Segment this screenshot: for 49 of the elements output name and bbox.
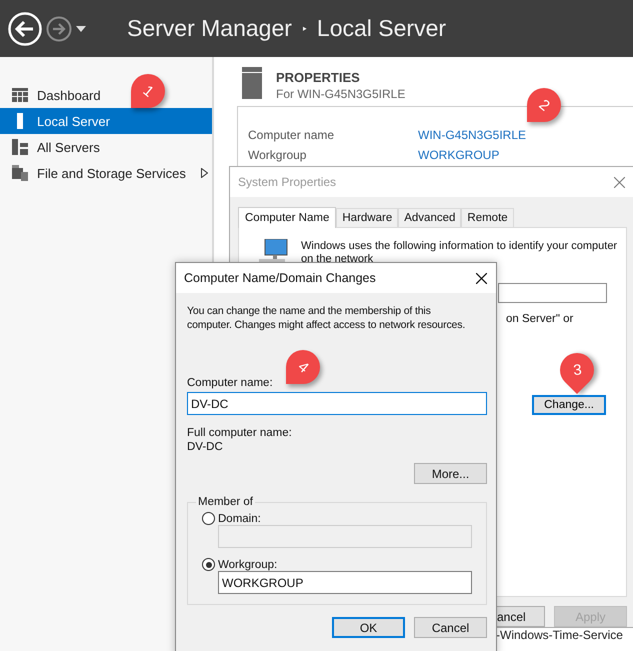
intro-text: You can change the name and the membership of this computer. Changes might affect access to network resources. <box>187 304 466 332</box>
server-icon <box>17 113 23 129</box>
cancel-button[interactable]: ancel <box>496 606 545 627</box>
more-button[interactable]: More... <box>414 463 487 484</box>
description-text: on Server" or <box>506 313 574 325</box>
property-link[interactable]: WIN-G45N3G5IRLE <box>418 125 526 145</box>
caret-icon[interactable] <box>76 26 86 32</box>
sidebar-item[interactable]: All Servers <box>0 134 100 160</box>
sidebar-item[interactable]: File and Storage Services <box>0 160 208 186</box>
dashboard-icon <box>12 88 28 102</box>
close-icon[interactable] <box>476 272 487 284</box>
radio-label[interactable]: Workgroup: <box>218 558 278 570</box>
sidebar-item[interactable]: Local Server <box>0 108 212 134</box>
property-link[interactable]: WORKGROUP <box>418 145 500 165</box>
ok-button[interactable]: OK <box>332 617 405 638</box>
computer-name-field[interactable]: DV-DC <box>187 392 487 415</box>
radio-label[interactable]: Domain: <box>218 512 261 524</box>
property-label: Computer name <box>248 127 336 144</box>
tab[interactable]: Advanced <box>398 208 462 227</box>
description-text: on the network <box>301 252 374 265</box>
property-label: Workgroup <box>248 147 308 164</box>
window-title: System Properties <box>238 175 336 189</box>
breadcrumb-item[interactable]: Server Manager <box>127 15 292 42</box>
description-text: Windows uses the following information to identify your computer <box>301 239 618 252</box>
tab[interactable]: Remote <box>461 208 514 227</box>
breadcrumb-separator: ‣ <box>302 20 307 38</box>
cancel-button[interactable]: Cancel <box>414 617 487 638</box>
tab[interactable]: Computer Name <box>238 207 336 228</box>
change-button[interactable]: Change... <box>532 395 606 415</box>
back-icon[interactable] <box>8 12 42 46</box>
storage-icon <box>12 165 28 181</box>
field-label: Full computer name: <box>187 426 293 441</box>
servers-icon <box>12 139 28 155</box>
sidebar-item[interactable]: Dashboard <box>0 82 101 108</box>
tab[interactable]: Hardware <box>336 208 398 227</box>
radio-button[interactable] <box>202 558 215 571</box>
service-name: -Windows-Time-Service <box>496 628 623 642</box>
full-name-value: DV-DC <box>187 441 224 453</box>
section-title: PROPERTIES <box>276 70 361 85</box>
section-subtitle: For WIN-G45N3G5IRLE <box>276 87 406 101</box>
workgroup-field[interactable]: WORKGROUP <box>218 571 472 594</box>
server-icon <box>242 67 262 99</box>
group-label: Member of <box>197 496 254 508</box>
text-field[interactable] <box>498 283 607 303</box>
window-title: Computer Name/Domain Changes <box>184 271 376 285</box>
field-label: Computer name: <box>187 377 274 389</box>
radio-button[interactable] <box>202 512 215 525</box>
breadcrumb-item[interactable]: Local Server <box>316 15 446 42</box>
expand-icon[interactable] <box>200 168 208 178</box>
